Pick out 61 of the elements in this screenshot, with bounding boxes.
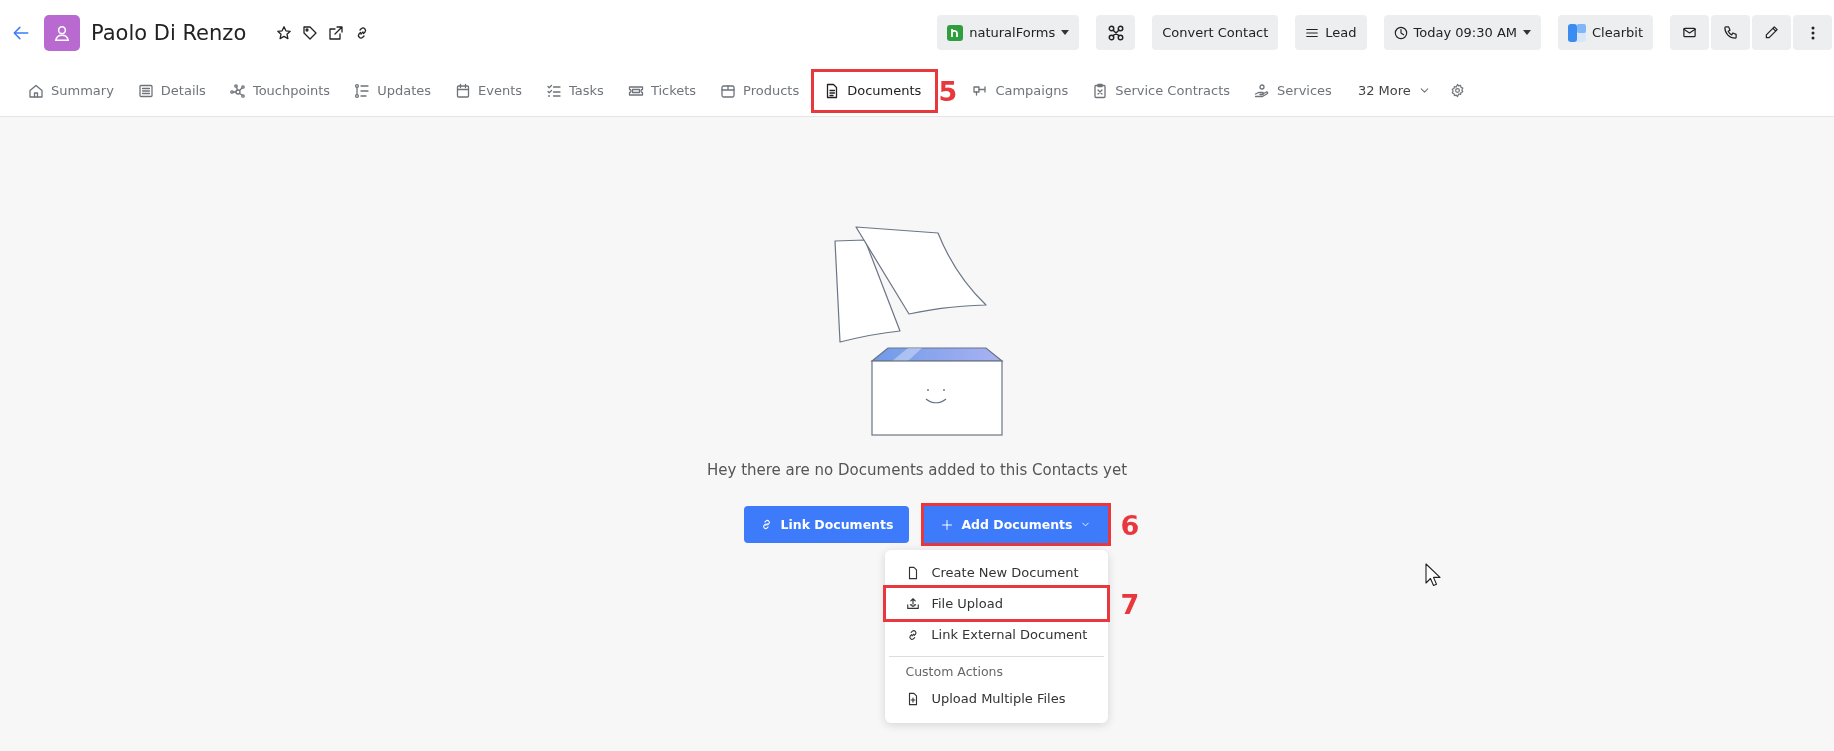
empty-state-message: Hey there are no Documents added to this Contacts yet — [707, 461, 1127, 479]
nodes-icon — [229, 82, 246, 99]
phone-icon — [1723, 25, 1738, 40]
clipboard-icon — [1092, 82, 1109, 99]
tab[interactable]: Documents — [814, 71, 936, 110]
menu-item[interactable]: File Upload — [886, 588, 1108, 619]
lead-button[interactable]: Lead — [1295, 15, 1367, 50]
network-icon — [1106, 23, 1125, 42]
caret-icon — [1061, 30, 1070, 35]
phone-button[interactable] — [1711, 15, 1750, 50]
menu-item[interactable]: Create New Document — [886, 557, 1108, 588]
date-dropdown[interactable]: Today 09:30 AM — [1383, 15, 1542, 50]
plus-icon — [941, 518, 954, 531]
tab[interactable]: Details — [128, 71, 215, 110]
more-icon — [1810, 25, 1815, 40]
tab[interactable]: Tasks — [537, 71, 613, 110]
calendar-icon — [455, 82, 471, 99]
add-documents-button[interactable]: Add Documents — [924, 506, 1109, 543]
updates-icon — [354, 82, 371, 99]
mail-icon — [1682, 25, 1697, 40]
link-documents-button[interactable]: Link Documents — [743, 506, 910, 543]
external-link-icon — [328, 24, 345, 41]
pencil-icon — [1764, 25, 1779, 40]
callout-number: 7 — [1120, 590, 1140, 617]
upload-tray-icon — [906, 596, 921, 611]
menu-item[interactable]: Link External Document — [886, 619, 1108, 650]
person-icon — [53, 23, 71, 42]
clearbit-button[interactable]: Clearbit — [1558, 15, 1653, 50]
tab[interactable]: Events — [446, 71, 532, 110]
list-icon — [137, 82, 154, 99]
settings-icon — [1449, 83, 1465, 98]
menu-section-label: Custom Actions — [904, 663, 1004, 681]
more-tabs-dropdown[interactable]: 32 More — [1348, 71, 1440, 110]
tab[interactable]: Touchpoints — [220, 71, 340, 110]
callout-number: 6 — [1120, 511, 1140, 538]
box-icon — [720, 82, 737, 99]
house-icon — [28, 82, 44, 99]
clearbit-logo-icon — [1568, 23, 1587, 42]
mouse-cursor-icon — [1425, 563, 1441, 587]
hand-icon — [1254, 82, 1271, 99]
caret-icon — [1523, 30, 1532, 35]
network-button[interactable] — [1096, 15, 1136, 50]
star-icon — [276, 24, 293, 41]
tab[interactable]: Updates — [345, 71, 440, 110]
checklist-icon — [546, 82, 563, 99]
menu-item[interactable]: Upload Multiple Files — [886, 683, 1108, 714]
tab[interactable]: Products — [711, 71, 809, 110]
clock-icon — [1393, 25, 1408, 40]
tab[interactable]: Services — [1245, 71, 1341, 110]
convert-contact-button[interactable]: Convert Contact — [1152, 15, 1279, 50]
forms-dropdown[interactable]: naturalForms — [937, 15, 1080, 50]
edit-button[interactable] — [1752, 15, 1791, 50]
mail-button[interactable] — [1670, 15, 1709, 50]
tab[interactable]: Service Contracts — [1083, 71, 1240, 110]
tab[interactable]: Tickets — [618, 71, 706, 110]
form-app-icon — [947, 24, 964, 41]
tab[interactable]: Summary — [19, 71, 123, 110]
contact-name: Paolo Di Renzo — [91, 20, 247, 45]
tab[interactable]: Campaigns — [963, 71, 1078, 110]
callout-number: 5 — [938, 77, 958, 104]
tag-icon — [302, 24, 319, 41]
